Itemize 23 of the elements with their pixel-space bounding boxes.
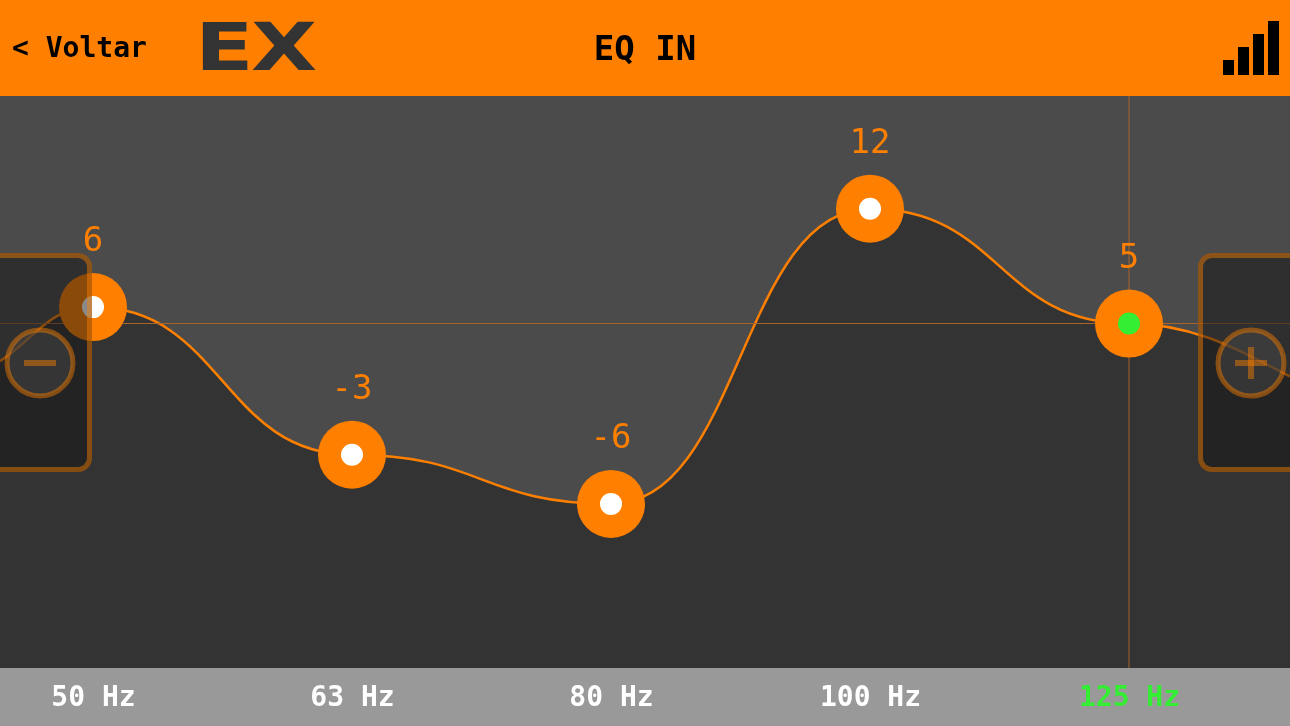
gain-value-label: -6 [590, 415, 632, 456]
signal-strength-icon [1222, 20, 1280, 76]
eq-band-handle[interactable] [1095, 289, 1163, 358]
gain-value-label: 5 [1118, 235, 1140, 276]
frequency-label: 63 Hz [310, 683, 395, 711]
eq-band-handle[interactable] [577, 469, 645, 538]
gain-value-label: 12 [849, 120, 891, 161]
eq-band-handle[interactable] [318, 420, 386, 489]
decrease-button[interactable] [0, 253, 92, 472]
eq-band-handle[interactable] [836, 174, 904, 243]
increase-button[interactable] [1198, 253, 1290, 472]
frequency-label: 50 Hz [51, 683, 136, 711]
gain-value-label: 6 [82, 219, 104, 260]
frequency-label: 100 Hz [819, 683, 922, 711]
back-button[interactable]: < Voltar [10, 34, 149, 62]
gain-value-label: -3 [331, 366, 373, 407]
page-title: EQ IN [593, 31, 697, 65]
plus-icon [1214, 326, 1287, 399]
brand-logo: EX [194, 15, 315, 81]
frequency-label: 80 Hz [569, 683, 654, 711]
minus-icon [3, 326, 76, 399]
frequency-label: 125 Hz [1078, 683, 1181, 711]
eq-band-handle[interactable] [59, 273, 127, 342]
